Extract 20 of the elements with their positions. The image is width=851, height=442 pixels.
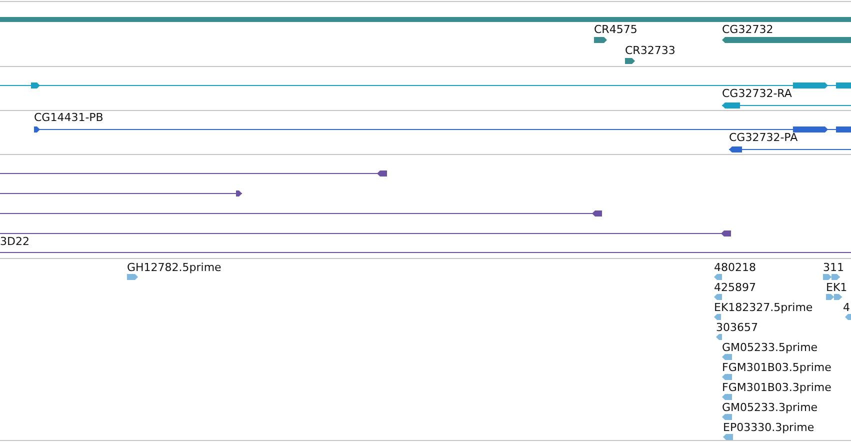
feature-label: GM05233.3prime xyxy=(722,402,818,413)
feature-label: 3D22 xyxy=(0,236,30,247)
feature-label: FGM301B03.5prime xyxy=(722,362,832,373)
feature-label: CG14431-PB xyxy=(34,112,104,123)
feature-label: CG32732-RA xyxy=(722,88,792,99)
feature-label: CG32732-PA xyxy=(729,132,798,143)
feature-label: CR4575 xyxy=(594,24,638,35)
feature-label: FGM301B03.3prime xyxy=(722,382,832,393)
feature-label: 303657 xyxy=(716,322,758,333)
feature-label: GM05233.5prime xyxy=(722,342,818,353)
feature-label: 311 xyxy=(823,262,844,273)
feature-label: EK1 xyxy=(826,282,848,293)
feature-label: CG32732 xyxy=(722,24,774,35)
feature-label: EP03330.3prime xyxy=(723,422,814,433)
feature-label: GH12782.5prime xyxy=(127,262,222,273)
feature-label: 480218 xyxy=(714,262,756,273)
feature-label: 4 xyxy=(843,302,850,313)
feature-label: CR32733 xyxy=(625,45,676,56)
feature-label: EK182327.5prime xyxy=(714,302,813,313)
feature-label: 425897 xyxy=(714,282,756,293)
